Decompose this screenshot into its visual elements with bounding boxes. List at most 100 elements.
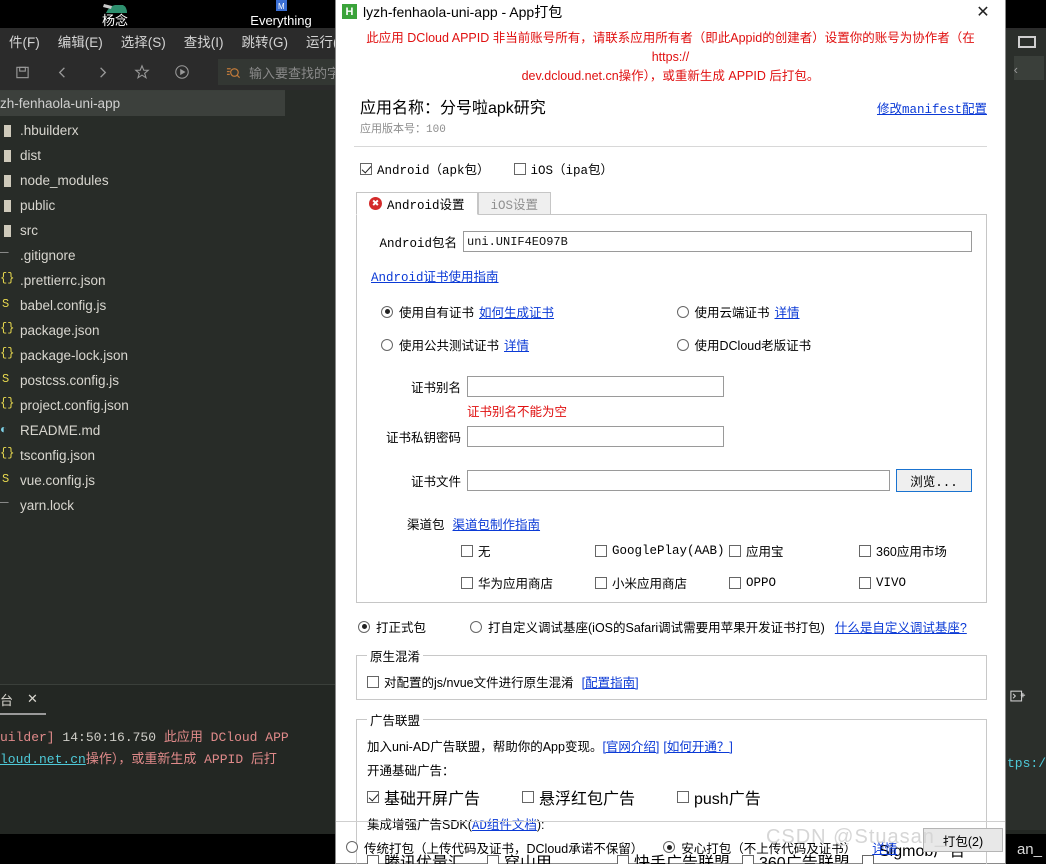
menu-item-0[interactable]: 件(F) [0, 31, 49, 51]
warning-banner: 此应用 DCloud APPID 非当前账号所有，请联系应用所有者（即此Appi… [346, 23, 995, 88]
ad-basic-item-label: push广告 [694, 791, 761, 808]
modify-manifest-link[interactable]: 修改manifest配置 [877, 98, 987, 117]
ad-official-link[interactable]: [官网介绍] [602, 736, 659, 755]
forward-arrow-icon[interactable] [82, 57, 122, 87]
channel-checkbox-1[interactable]: GooglePlay(AAB) [595, 541, 729, 560]
channel-checkbox-6[interactable]: OPPO [729, 573, 859, 592]
desktop-icon-person[interactable]: 杨念 [60, 0, 170, 28]
chevron-left-icon[interactable]: ‹ [1014, 62, 1018, 77]
app-version: 应用版本号：100 [360, 124, 446, 136]
console-link[interactable]: loud.net.cn [0, 752, 86, 767]
close-icon[interactable]: ✕ [27, 691, 38, 707]
save-icon[interactable] [2, 57, 42, 87]
file-tree-item[interactable]: tsconfig.json [0, 443, 285, 468]
package-name-field: Android包名 [371, 231, 972, 252]
cert-file-input[interactable] [467, 470, 890, 491]
cert-alias-input[interactable] [467, 376, 724, 397]
cert-option-0[interactable]: 使用自有证书 如何生成证书 [381, 302, 677, 321]
file-tree-item[interactable]: project.config.json [0, 393, 285, 418]
ad-howto-link[interactable]: [如何开通？] [663, 736, 732, 755]
screen-edge [1000, 0, 1046, 10]
file-tree-item[interactable]: postcss.config.js [0, 368, 285, 393]
radio-icon [676, 338, 689, 351]
folder-icon [0, 149, 14, 163]
console-right-url[interactable]: tps:/ [1007, 756, 1046, 771]
file-tree-item[interactable]: babel.config.js [0, 293, 285, 318]
tab-label: iOS设置 [490, 199, 539, 213]
channel-label: 渠道包 [407, 518, 445, 532]
terminal-icon[interactable] [1010, 690, 1026, 706]
file-tree-item[interactable]: dist [0, 143, 285, 168]
maximize-icon[interactable] [1018, 36, 1036, 48]
channel-guide-link[interactable]: 渠道包制作指南 [453, 514, 541, 533]
package-name-input[interactable] [463, 231, 972, 252]
explorer-root-label[interactable]: zh-fenhaola-uni-app [0, 91, 285, 116]
cert-option-1[interactable]: 使用云端证书 详情 [676, 302, 973, 321]
cert-option-link[interactable]: 如何生成证书 [479, 302, 554, 321]
ad-basic-item-1[interactable]: 悬浮红包广告 [522, 785, 677, 809]
browse-button[interactable]: 浏览... [896, 469, 972, 492]
menu-item-2[interactable]: 选择(S) [112, 31, 175, 51]
channel-label: VIVO [876, 575, 907, 590]
obfuscation-checkbox[interactable]: 对配置的js/nvue文件进行原生混淆 [367, 672, 574, 691]
file-tree-item[interactable]: src [0, 218, 285, 243]
pack-button[interactable]: 打包(2) [923, 828, 1003, 852]
close-icon[interactable]: ✕ [961, 0, 1005, 23]
platform-checkbox-0[interactable]: Android（apk包） [360, 159, 490, 178]
file-tree-item[interactable]: node_modules [0, 168, 285, 193]
right-tool-box[interactable] [1014, 56, 1044, 80]
channel-checkbox-0[interactable]: 无 [461, 541, 595, 560]
json-icon [0, 396, 14, 413]
platform-checkbox-1[interactable]: iOS（ipa包） [513, 159, 613, 178]
tab-android-settings[interactable]: ✖ Android设置 [356, 192, 478, 215]
pack-safe-option[interactable]: 安心打包（不上传代码及证书） [663, 838, 856, 857]
pack-detail-link[interactable]: 详情 [872, 838, 897, 857]
cert-option-link[interactable]: 详情 [775, 302, 800, 321]
file-tree-item[interactable]: .hbuilderx [0, 118, 285, 143]
file-tree-item[interactable]: package-lock.json [0, 343, 285, 368]
obfuscation-guide-link[interactable]: [配置指南] [582, 672, 639, 691]
obfuscation-row: 对配置的js/nvue文件进行原生混淆 [配置指南] [367, 672, 976, 691]
file-tree-item[interactable]: README.md [0, 418, 285, 443]
file-tree-item[interactable]: yarn.lock [0, 493, 285, 518]
file-tree-item[interactable]: vue.config.js [0, 468, 285, 493]
file-name: .gitignore [20, 248, 76, 263]
console-tab[interactable]: 台 ✕ [0, 686, 46, 715]
desktop-icon-everything[interactable]: M Everything [226, 0, 336, 28]
menu-item-1[interactable]: 编辑(E) [49, 31, 112, 51]
pack-traditional-option[interactable]: 传统打包（上传代码及证书，DCloud承诺不保留） [346, 838, 643, 857]
back-arrow-icon[interactable] [42, 57, 82, 87]
file-tree-item[interactable]: .gitignore [0, 243, 285, 268]
ad-basic-item-2[interactable]: push广告 [677, 785, 976, 809]
file-name: src [20, 223, 38, 238]
ad-basic-item-0[interactable]: 基础开屏广告 [367, 785, 522, 809]
folder-icon [0, 224, 14, 238]
channel-checkbox-5[interactable]: 小米应用商店 [595, 573, 729, 592]
build-type-formal[interactable]: 打正式包 [358, 617, 426, 636]
build-type-custom[interactable]: 打自定义调试基座(iOS的Safari调试需要用苹果开发证书打包) [470, 617, 825, 636]
file-tree-item[interactable]: .prettierrc.json [0, 268, 285, 293]
channel-checkbox-4[interactable]: 华为应用商店 [461, 573, 595, 592]
android-cert-guide-link[interactable]: Android证书使用指南 [371, 271, 499, 285]
cert-option-link[interactable]: 详情 [504, 335, 529, 354]
run-icon[interactable] [162, 57, 202, 87]
warning-line-2: dev.dcloud.net.cn操作），或重新生成 APPID 后打包。 [521, 69, 820, 83]
ad-union-legend: 广告联盟 [370, 714, 421, 728]
channel-checkbox-7[interactable]: VIVO [859, 573, 972, 592]
cert-password-input[interactable] [467, 426, 724, 447]
menu-item-4[interactable]: 跳转(G) [233, 31, 298, 51]
menu-item-3[interactable]: 查找(I) [175, 31, 233, 51]
file-tree-item[interactable]: package.json [0, 318, 285, 343]
custom-base-link[interactable]: 什么是自定义调试基座? [835, 617, 967, 636]
tab-ios-settings[interactable]: iOS设置 [477, 192, 552, 215]
app-build-dialog: H lyzh-fenhaola-uni-app - App打包 ✕ 此应用 DC… [335, 0, 1006, 864]
star-icon[interactable] [122, 57, 162, 87]
cert-option-2[interactable]: 使用公共测试证书 详情 [381, 335, 677, 354]
cert-option-3[interactable]: 使用DCloud老版证书 [676, 335, 973, 354]
file-tree-item[interactable]: public [0, 193, 285, 218]
channel-checkbox-2[interactable]: 应用宝 [729, 541, 859, 560]
channel-checkbox-3[interactable]: 360应用市场 [859, 541, 972, 560]
checkbox-icon [729, 576, 741, 589]
tab-label: Android设置 [387, 199, 465, 213]
json-icon [0, 321, 14, 338]
